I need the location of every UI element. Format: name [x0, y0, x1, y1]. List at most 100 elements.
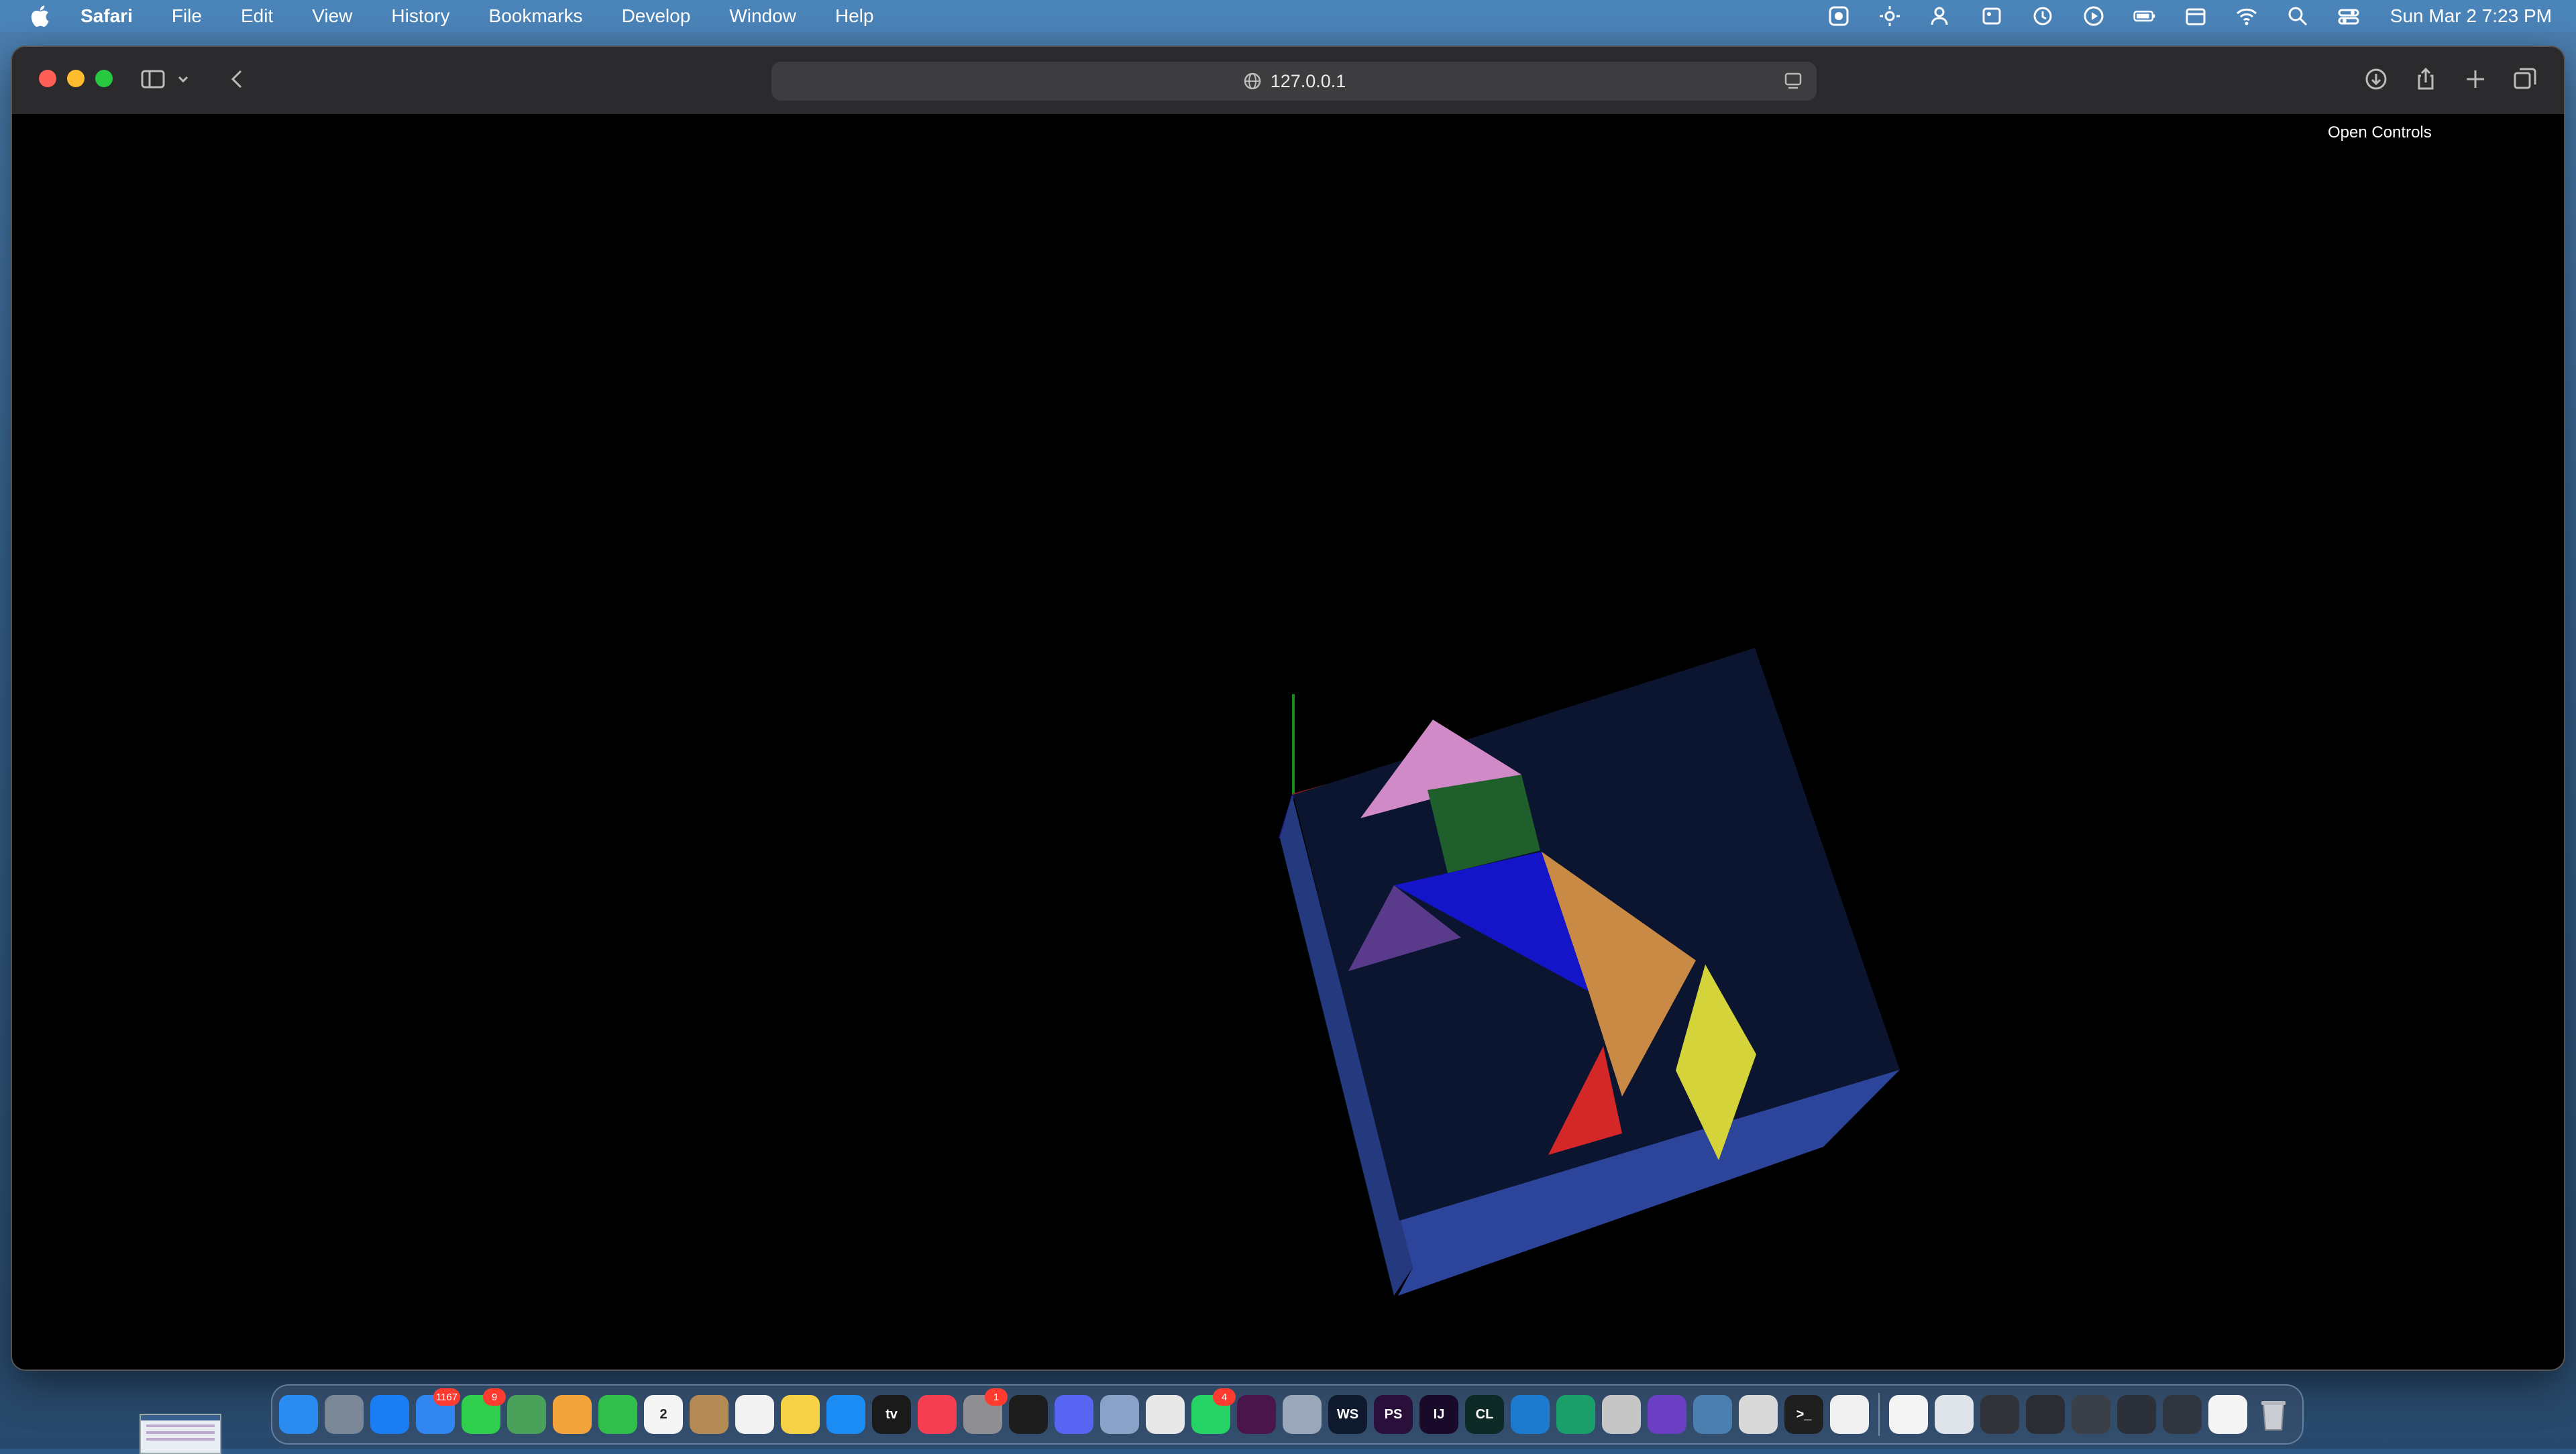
- dock-tile: [1739, 1395, 1778, 1434]
- dock-messages-icon[interactable]: 9: [462, 1388, 506, 1434]
- control-center-icon[interactable]: [2330, 0, 2367, 32]
- dock-notes-icon[interactable]: [781, 1395, 820, 1434]
- tab-overview-icon[interactable]: [2508, 62, 2542, 97]
- dock-tile: WS: [1328, 1395, 1367, 1434]
- dock-vscode-insiders-icon[interactable]: [1556, 1395, 1595, 1434]
- menu-history[interactable]: History: [391, 5, 449, 27]
- dock-recent-window-2-icon[interactable]: [1980, 1395, 2019, 1434]
- dock-tile: [1648, 1395, 1686, 1434]
- dock-whatsapp-icon[interactable]: 4: [1191, 1388, 1236, 1434]
- window-close-button[interactable]: [39, 70, 56, 87]
- menu-edit[interactable]: Edit: [241, 5, 273, 27]
- page-menu-icon[interactable]: [1782, 70, 1805, 93]
- dock-tile: CL: [1465, 1395, 1504, 1434]
- dock-chrome-icon[interactable]: [1146, 1395, 1185, 1434]
- dock-slack-icon[interactable]: [1237, 1395, 1276, 1434]
- now-playing-icon[interactable]: [2075, 0, 2112, 32]
- dock-contacts-icon[interactable]: [690, 1395, 729, 1434]
- dock-preview-icon[interactable]: [1100, 1395, 1139, 1434]
- dock-tailscale-icon[interactable]: [1693, 1395, 1732, 1434]
- back-button-chevron-left-icon[interactable]: [220, 62, 255, 97]
- address-bar[interactable]: 127.0.0.1: [771, 62, 1817, 101]
- dock-tile: [2208, 1395, 2247, 1434]
- dock-tile: [1980, 1395, 2019, 1434]
- dock-tile: IJ: [1419, 1395, 1458, 1434]
- dock-tile: [2026, 1395, 2065, 1434]
- screen-capture-icon[interactable]: [1820, 0, 1858, 32]
- dock-safari-icon[interactable]: [370, 1395, 409, 1434]
- gallery-app-icon[interactable]: [1973, 0, 2010, 32]
- dock-apple-tv-icon[interactable]: tv: [872, 1395, 911, 1434]
- address-bar-url: 127.0.0.1: [1270, 70, 1346, 91]
- dock-reminders-icon[interactable]: [735, 1395, 774, 1434]
- minimized-window-thumbnail[interactable]: [140, 1414, 221, 1454]
- dock-virtualbox-icon[interactable]: [1283, 1395, 1322, 1434]
- share-icon[interactable]: [2408, 62, 2443, 97]
- dock-discord-icon[interactable]: [1055, 1395, 1093, 1434]
- dock-tile: [1283, 1395, 1322, 1434]
- spotlight-search-icon[interactable]: [2279, 0, 2316, 32]
- dock-clion-icon[interactable]: CL: [1465, 1395, 1504, 1434]
- dock-vscode-icon[interactable]: [1511, 1395, 1550, 1434]
- dock-intellij-icon[interactable]: IJ: [1419, 1395, 1458, 1434]
- dock-tile: [1830, 1395, 1869, 1434]
- dock-tile: [1009, 1395, 1048, 1434]
- notification-badge: 4: [1213, 1388, 1236, 1406]
- dock-recent-google-drive-icon[interactable]: [1889, 1395, 1928, 1434]
- dock-textedit-icon[interactable]: [1830, 1395, 1869, 1434]
- dock-finder-icon[interactable]: [279, 1395, 318, 1434]
- dock-recent-window-7-icon[interactable]: [2208, 1395, 2247, 1434]
- window-minimize-button[interactable]: [67, 70, 85, 87]
- dock-photos-icon[interactable]: [553, 1395, 592, 1434]
- brightness-icon[interactable]: [1871, 0, 1909, 32]
- dock-xcode-instruments-icon[interactable]: [1602, 1395, 1641, 1434]
- menu-app-name[interactable]: Safari: [80, 5, 133, 27]
- dock-system-settings-icon[interactable]: 1: [963, 1388, 1008, 1434]
- dock-facetime-icon[interactable]: [598, 1395, 637, 1434]
- dock-script-editor-icon[interactable]: [1739, 1395, 1778, 1434]
- menu-file[interactable]: File: [172, 5, 202, 27]
- notification-badge: 1: [985, 1388, 1008, 1406]
- new-tab-plus-icon[interactable]: [2458, 62, 2493, 97]
- battery-icon[interactable]: [2126, 0, 2163, 32]
- tab-group-chevron-down-icon[interactable]: [173, 62, 193, 97]
- webgl-canvas-area[interactable]: Open Controls: [12, 114, 2564, 1369]
- dock-webstorm-icon[interactable]: WS: [1328, 1395, 1367, 1434]
- menu-bookmarks[interactable]: Bookmarks: [489, 5, 583, 27]
- time-machine-icon[interactable]: [2024, 0, 2061, 32]
- notification-badge: 9: [483, 1388, 506, 1406]
- menu-bar-clock[interactable]: Sun Mar 2 7:23 PM: [2390, 5, 2552, 27]
- dock-terminal-icon[interactable]: >_: [1784, 1395, 1823, 1434]
- calendar-menu-icon[interactable]: [2177, 0, 2214, 32]
- dock-music-icon[interactable]: [918, 1395, 957, 1434]
- downloads-icon[interactable]: [2359, 62, 2394, 97]
- dock-obsidian-icon[interactable]: [1648, 1395, 1686, 1434]
- user-sync-icon[interactable]: [1922, 0, 1960, 32]
- tangram-3d-scene[interactable]: [12, 114, 2564, 1369]
- dock-mail-icon[interactable]: 1167: [416, 1388, 460, 1434]
- dock-recent-window-4-icon[interactable]: [2072, 1395, 2110, 1434]
- wifi-icon[interactable]: [2228, 0, 2265, 32]
- menu-view[interactable]: View: [312, 5, 352, 27]
- dock-calendar-icon[interactable]: 2: [644, 1395, 683, 1434]
- dock-app-store-icon[interactable]: [826, 1395, 865, 1434]
- menu-develop[interactable]: Develop: [622, 5, 691, 27]
- globe-icon: [1244, 72, 1260, 90]
- trash-icon[interactable]: [2254, 1395, 2293, 1434]
- open-controls-button[interactable]: Open Controls: [2328, 123, 2432, 142]
- dock-activity-ring-icon[interactable]: [1009, 1395, 1048, 1434]
- dock-recent-window-5-icon[interactable]: [2117, 1395, 2156, 1434]
- dock-launchpad-icon[interactable]: [325, 1395, 364, 1434]
- dock-tile: PS: [1374, 1395, 1413, 1434]
- dock-maps-icon[interactable]: [507, 1395, 546, 1434]
- menu-window[interactable]: Window: [729, 5, 796, 27]
- sidebar-toggle-icon[interactable]: [136, 62, 170, 97]
- dock-recent-window-3-icon[interactable]: [2026, 1395, 2065, 1434]
- menu-help[interactable]: Help: [835, 5, 874, 27]
- dock-recent-window-1-icon[interactable]: [1935, 1395, 1974, 1434]
- dock-phpstorm-icon[interactable]: PS: [1374, 1395, 1413, 1434]
- window-zoom-button[interactable]: [95, 70, 113, 87]
- dock-tile: [1556, 1395, 1595, 1434]
- dock-recent-window-6-icon[interactable]: [2163, 1395, 2202, 1434]
- apple-menu-icon[interactable]: [24, 5, 55, 27]
